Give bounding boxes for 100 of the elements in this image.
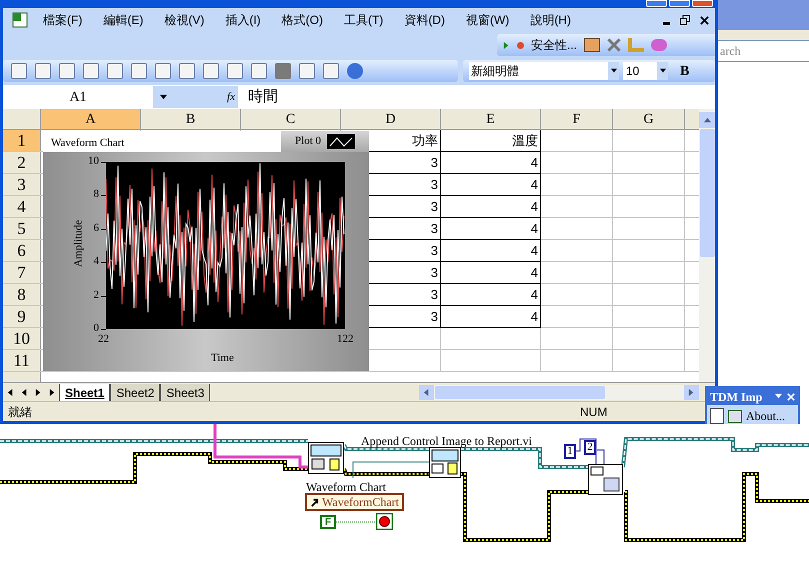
bold-button[interactable]: B (680, 60, 690, 82)
reference-label: WaveformChart (322, 494, 400, 511)
numeric-constant: 1 (564, 444, 576, 459)
line-sample-icon (327, 134, 355, 149)
report-node-icon (308, 442, 344, 474)
row-header[interactable]: 4 (3, 196, 41, 217)
cell-value: 3 (430, 176, 438, 194)
x-axis-label: Time (211, 353, 234, 364)
next-sheet-icon[interactable] (34, 388, 42, 396)
cell-value: 3 (430, 264, 438, 282)
column-header[interactable]: F (541, 109, 613, 129)
row-header[interactable]: 1 (3, 130, 41, 151)
left-arrow-icon[interactable] (423, 388, 430, 396)
cell-value: 4 (530, 264, 538, 282)
menu-item[interactable]: 視窗(W) (460, 11, 516, 29)
play-icon[interactable] (503, 42, 510, 48)
table-node-icon (588, 464, 623, 495)
menu-item[interactable]: 檢視(V) (158, 11, 210, 29)
column-header[interactable]: B (141, 109, 241, 129)
close-button[interactable] (692, 0, 713, 7)
y-tick-label: 2 (92, 290, 99, 301)
sheet-tab[interactable]: Sheet3 (160, 384, 210, 400)
scroll-thumb[interactable] (700, 129, 714, 257)
row-header[interactable]: 10 (3, 328, 41, 349)
y-tick-mark (101, 329, 106, 330)
chart-title: Waveform Chart (50, 136, 124, 151)
maximize-button[interactable] (669, 0, 690, 7)
sheet-tab[interactable]: Sheet2 (110, 384, 160, 400)
dropdown-icon[interactable] (610, 68, 616, 74)
x-tick-label: 22 (98, 334, 109, 345)
search-field[interactable]: arch (718, 40, 809, 62)
scroll-right-button[interactable] (684, 384, 699, 400)
column-header[interactable]: G (613, 109, 685, 129)
help-icon[interactable] (347, 63, 363, 79)
scroll-thumb[interactable] (435, 386, 605, 398)
row-header[interactable]: 9 (3, 306, 41, 327)
sheet-tab[interactable]: Sheet1 (59, 384, 110, 400)
column-header[interactable]: C (241, 109, 341, 129)
stop-icon (376, 513, 393, 530)
minimize-button[interactable] (646, 0, 667, 7)
last-sheet-icon[interactable] (48, 388, 56, 396)
dropdown-icon[interactable] (660, 68, 666, 74)
previous-sheet-icon[interactable] (20, 388, 28, 396)
y-tick-label: 0 (92, 323, 99, 334)
name-box[interactable]: A1 (3, 86, 153, 108)
record-icon[interactable] (517, 42, 524, 48)
row-header[interactable]: 5 (3, 218, 41, 239)
window-icon[interactable] (728, 410, 742, 422)
cell-value: 4 (530, 198, 538, 216)
row-header[interactable]: 7 (3, 262, 41, 283)
security-button[interactable]: 安全性... (531, 36, 578, 54)
vi-label: Append Control Image to Report.vi (361, 433, 532, 450)
column-header[interactable]: D (341, 109, 441, 129)
row-header[interactable]: 11 (3, 350, 41, 371)
column-header[interactable]: A (41, 109, 141, 129)
cell-value: 3 (430, 220, 438, 238)
cell-value: 4 (530, 220, 538, 238)
font-field[interactable]: 新細明體 (469, 62, 619, 80)
column-header[interactable]: E (441, 109, 541, 129)
cell-value: 4 (530, 242, 538, 260)
row-header[interactable]: 3 (3, 174, 41, 195)
menu-item[interactable]: 插入(I) (219, 11, 267, 29)
horizontal-scrollbar[interactable] (419, 384, 699, 400)
y-tick-label: 10 (87, 156, 99, 167)
legend-label: Plot 0 (295, 134, 321, 150)
vertical-scrollbar[interactable] (699, 109, 715, 382)
row-header[interactable] (3, 372, 41, 382)
row-header[interactable]: 8 (3, 284, 41, 305)
report-node-icon (429, 447, 461, 478)
menu-item[interactable]: 工具(T) (338, 11, 390, 29)
x-tick-label: 122 (337, 334, 354, 345)
scroll-up-button[interactable] (699, 112, 715, 128)
about-button[interactable]: About... (746, 407, 785, 425)
font-size-field[interactable]: 10 (623, 62, 668, 80)
cell-value: 4 (530, 176, 538, 194)
formula-field[interactable]: 時間 (238, 86, 278, 108)
y-tick-label: 8 (92, 189, 99, 200)
close-icon[interactable] (700, 16, 709, 24)
cell-value: 3 (430, 154, 438, 172)
minimize-icon[interactable] (663, 22, 670, 24)
menu-item[interactable]: 格式(O) (276, 11, 329, 29)
function-label[interactable]: fx (227, 88, 235, 106)
right-arrow-icon[interactable] (688, 388, 695, 396)
row-header[interactable]: 6 (3, 240, 41, 261)
num-lock-indicator: NUM (580, 404, 608, 420)
up-arrow-icon[interactable] (704, 116, 710, 124)
restore-icon[interactable] (680, 15, 690, 25)
menu-item[interactable]: 檔案(F) (37, 11, 88, 29)
menu-item[interactable]: 說明(H) (524, 11, 577, 29)
boolean-constant: F (320, 515, 336, 529)
menu-item[interactable]: 資料(D) (398, 11, 451, 29)
numeric-constant: 2 (584, 440, 596, 455)
dropdown-icon[interactable] (160, 94, 166, 100)
scroll-left-button[interactable] (419, 384, 434, 400)
first-sheet-icon[interactable] (6, 388, 14, 396)
y-tick-label: 6 (92, 222, 99, 234)
y-axis-label: Amplitude (74, 218, 84, 270)
menu-item[interactable]: 編輯(E) (97, 11, 150, 29)
row-header[interactable]: 2 (3, 152, 41, 173)
toolbar-title: TDM Imp (710, 388, 762, 406)
